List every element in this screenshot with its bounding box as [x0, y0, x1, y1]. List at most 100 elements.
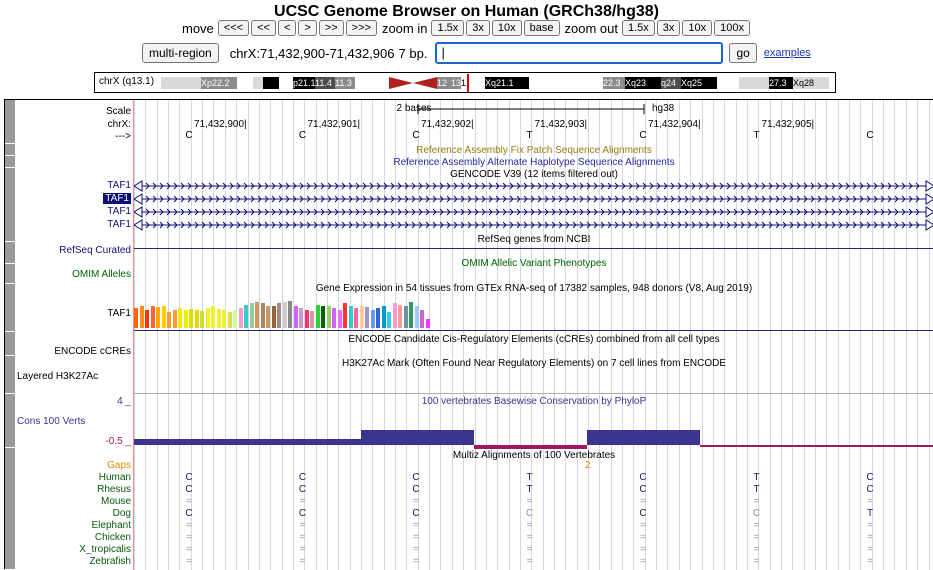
- side-button-cons[interactable]: [5, 394, 15, 448]
- gtex-tissue-bar[interactable]: [255, 302, 259, 328]
- species-label[interactable]: X_tropicalis: [79, 544, 131, 555]
- gtex-tissue-bar[interactable]: [326, 306, 331, 328]
- gencode-item-label-selected[interactable]: TAF1: [103, 193, 131, 204]
- species-label[interactable]: Dog: [113, 508, 131, 519]
- track-area[interactable]: 2 bases hg38 71,432,900| 71,432,901| 71,43…: [133, 100, 933, 570]
- gtex-tissue-bar[interactable]: [282, 302, 287, 328]
- gtex-tissue-bar[interactable]: [178, 308, 182, 328]
- gtex-tissue-bar[interactable]: [216, 309, 221, 328]
- gtex-gene-label[interactable]: TAF1: [107, 308, 131, 319]
- side-button-h3k27ac[interactable]: [5, 356, 15, 394]
- gtex-tissue-bar[interactable]: [381, 306, 386, 328]
- side-button-gtex[interactable]: [5, 284, 15, 332]
- gtex-tissue-bar[interactable]: [343, 303, 347, 328]
- gtex-tissue-bar[interactable]: [145, 310, 149, 328]
- omim-title[interactable]: OMIM Allelic Variant Phenotypes: [134, 258, 933, 269]
- side-button-alt-haplotype[interactable]: [5, 156, 15, 168]
- gtex-tissue-bar[interactable]: [249, 303, 254, 328]
- gencode-item-label[interactable]: TAF1: [107, 206, 131, 217]
- gtex-tissue-bar[interactable]: [161, 306, 166, 328]
- move-right-large-button[interactable]: >>: [318, 20, 344, 36]
- move-start-button[interactable]: <<<: [217, 20, 250, 36]
- species-label[interactable]: Rhesus: [97, 484, 131, 495]
- gtex-tissue-bar[interactable]: [266, 306, 270, 328]
- gtex-tissue-bar[interactable]: [194, 310, 199, 328]
- refseq-title[interactable]: RefSeq genes from NCBI: [134, 234, 933, 245]
- gtex-tissue-bar[interactable]: [315, 305, 320, 328]
- gtex-tissue-bar[interactable]: [304, 310, 309, 328]
- multiz-title[interactable]: Multiz Alignments of 100 Vertebrates: [134, 450, 933, 461]
- gtex-tissue-bar[interactable]: [271, 306, 276, 328]
- gtex-tissue-bar[interactable]: [211, 306, 215, 328]
- conservation-graph[interactable]: [134, 426, 933, 450]
- species-label[interactable]: Mouse: [101, 496, 131, 507]
- gtex-tissue-bar[interactable]: [370, 310, 375, 328]
- gtex-expression-chart[interactable]: [134, 290, 444, 328]
- fix-patch-title[interactable]: Reference Assembly Fix Patch Sequence Al…: [134, 145, 933, 156]
- side-button-gencode[interactable]: [5, 168, 15, 242]
- species-label[interactable]: Elephant: [92, 520, 131, 531]
- move-right-button[interactable]: >: [298, 20, 317, 36]
- examples-link[interactable]: examples: [764, 47, 811, 59]
- multi-region-button[interactable]: multi-region: [142, 43, 219, 63]
- move-end-button[interactable]: >>>: [345, 20, 377, 36]
- gencode-transcript[interactable]: [134, 180, 933, 192]
- gtex-tissue-bar[interactable]: [332, 308, 336, 328]
- gtex-tissue-bar[interactable]: [134, 308, 138, 328]
- side-button-multiz[interactable]: [5, 448, 15, 570]
- move-left-large-button[interactable]: <<: [251, 20, 276, 36]
- gtex-tissue-bar[interactable]: [172, 310, 177, 328]
- gtex-tissue-bar[interactable]: [288, 301, 292, 328]
- gtex-tissue-bar[interactable]: [321, 306, 325, 328]
- h3k27ac-label[interactable]: Layered H3K27Ac: [17, 371, 98, 382]
- zoom-out-100x-button[interactable]: 100x: [714, 20, 751, 36]
- gtex-tissue-bar[interactable]: [238, 308, 243, 328]
- gtex-tissue-bar[interactable]: [420, 310, 424, 328]
- gtex-tissue-bar[interactable]: [392, 303, 397, 328]
- encode-title[interactable]: ENCODE Candidate Cis-Regulatory Elements…: [134, 334, 933, 345]
- gtex-tissue-bar[interactable]: [293, 306, 298, 328]
- gtex-tissue-bar[interactable]: [189, 309, 193, 328]
- zoom-out-3x-button[interactable]: 3x: [656, 20, 681, 36]
- gtex-tissue-bar[interactable]: [156, 307, 160, 328]
- gtex-tissue-bar[interactable]: [227, 312, 232, 328]
- gtex-tissue-bar[interactable]: [205, 308, 210, 328]
- gtex-tissue-bar[interactable]: [337, 310, 342, 328]
- gtex-tissue-bar[interactable]: [200, 311, 204, 328]
- gtex-tissue-bar[interactable]: [167, 312, 171, 328]
- alt-haplotype-title[interactable]: Reference Assembly Alternate Haplotype S…: [134, 157, 933, 168]
- species-label[interactable]: Zebrafish: [89, 556, 131, 567]
- gencode-transcript[interactable]: [134, 206, 933, 218]
- gtex-tissue-bar[interactable]: [244, 305, 248, 328]
- gtex-tissue-bar[interactable]: [277, 303, 281, 328]
- species-label[interactable]: Human: [99, 472, 131, 483]
- gtex-tissue-bar[interactable]: [403, 306, 408, 328]
- go-button[interactable]: go: [729, 43, 757, 63]
- zoom-in-10x-button[interactable]: 10x: [491, 20, 522, 36]
- ideogram-bands[interactable]: Xp22.2 p21.1 11.4 11.3 12 13 1 Xq21.1 22…: [161, 74, 829, 92]
- gtex-tissue-bar[interactable]: [310, 311, 314, 328]
- chromosome-ideogram[interactable]: chrX (q13.1) Xp22.2 p21.1 11.4 11.3 12 1…: [94, 72, 836, 93]
- gtex-tissue-bar[interactable]: [359, 306, 364, 328]
- zoom-in-3x-button[interactable]: 3x: [466, 20, 490, 36]
- side-button-fix-patch[interactable]: [5, 144, 15, 156]
- gencode-transcript[interactable]: [134, 193, 933, 205]
- gtex-tissue-bar[interactable]: [233, 310, 237, 328]
- gencode-transcript[interactable]: [134, 219, 933, 231]
- gencode-title[interactable]: GENCODE V39 (12 items filtered out): [134, 169, 933, 180]
- refseq-label[interactable]: RefSeq Curated: [59, 245, 131, 256]
- gtex-tissue-bar[interactable]: [409, 302, 413, 328]
- gtex-tissue-bar[interactable]: [387, 312, 391, 328]
- move-left-button[interactable]: <: [277, 20, 297, 36]
- cons-title[interactable]: 100 vertebrates Basewise Conservation by…: [134, 396, 933, 407]
- search-input[interactable]: |: [435, 42, 724, 64]
- gtex-tissue-bar[interactable]: [425, 319, 430, 328]
- gtex-tissue-bar[interactable]: [398, 305, 402, 328]
- zoom-out-10x-button[interactable]: 10x: [682, 20, 713, 36]
- omim-label[interactable]: OMIM Alleles: [72, 269, 131, 280]
- gtex-tissue-bar[interactable]: [354, 308, 358, 328]
- zoom-in-1-5x-button[interactable]: 1.5x: [431, 20, 465, 36]
- gtex-tissue-bar[interactable]: [139, 306, 144, 328]
- gtex-tissue-bar[interactable]: [414, 306, 419, 328]
- side-button-refseq[interactable]: [5, 242, 15, 264]
